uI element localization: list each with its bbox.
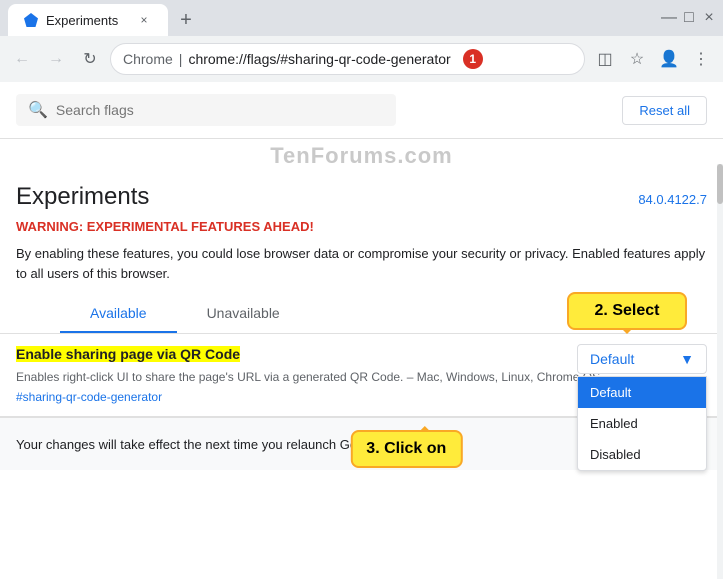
title-bar: Experiments × + — □ ×: [0, 0, 723, 36]
dropdown-option-default[interactable]: Default: [578, 377, 706, 408]
dropdown-arrow-icon: ▼: [680, 351, 694, 367]
tab-favicon: [24, 13, 38, 27]
close-window-button[interactable]: ×: [703, 12, 715, 24]
flag-dropdown-wrap: 2. Select Default ▼ Default Enabled Disa…: [577, 344, 707, 374]
active-tab[interactable]: Experiments ×: [8, 4, 168, 36]
page-content: 🔍 Reset all TenForums.com Experiments 84…: [0, 82, 723, 579]
flag-item: Enable sharing page via QR Code Enables …: [0, 334, 723, 417]
new-tab-button[interactable]: +: [172, 6, 200, 34]
dropdown-option-enabled[interactable]: Enabled: [578, 408, 706, 439]
back-button[interactable]: ←: [8, 45, 36, 73]
window-controls: — □ ×: [663, 12, 715, 24]
address-divider: |: [179, 51, 183, 67]
minimize-button[interactable]: —: [663, 12, 675, 24]
chrome-label: Chrome: [123, 51, 173, 67]
extensions-button[interactable]: ◫: [591, 45, 619, 73]
menu-button[interactable]: ⋮: [687, 45, 715, 73]
navigation-bar: ← → ↻ Chrome | chrome://flags/#sharing-q…: [0, 36, 723, 82]
forward-button[interactable]: →: [42, 45, 70, 73]
reset-all-button[interactable]: Reset all: [622, 96, 707, 125]
bookmark-button[interactable]: ☆: [623, 45, 651, 73]
address-url: chrome://flags/#sharing-qr-code-generato…: [188, 51, 450, 67]
dropdown-current-value: Default: [590, 351, 634, 367]
experiments-title: Experiments: [16, 183, 149, 211]
description-text: By enabling these features, you could lo…: [0, 238, 723, 295]
select-callout: 2. Select: [567, 292, 687, 330]
watermark: TenForums.com: [0, 139, 723, 173]
badge-number: 1: [463, 49, 483, 69]
tab-unavailable[interactable]: Unavailable: [177, 295, 310, 333]
flag-dropdown-trigger[interactable]: Default ▼: [577, 344, 707, 374]
scrollbar-thumb[interactable]: [717, 164, 723, 204]
dropdown-option-disabled[interactable]: Disabled: [578, 439, 706, 470]
tab-strip: Experiments × +: [8, 0, 200, 36]
tab-available[interactable]: Available: [60, 295, 177, 333]
version-badge: 84.0.4122.7: [638, 192, 707, 207]
profile-button[interactable]: 👤: [655, 45, 683, 73]
experiments-header: Experiments 84.0.4122.7: [0, 173, 723, 215]
flag-title: Enable sharing page via QR Code: [16, 346, 240, 362]
tab-title: Experiments: [46, 13, 118, 28]
warning-text: WARNING: EXPERIMENTAL FEATURES AHEAD!: [0, 215, 723, 238]
click-callout: 3. Click on: [350, 430, 462, 468]
flags-search-bar: 🔍 Reset all: [0, 82, 723, 139]
page: 🔍 Reset all TenForums.com Experiments 84…: [0, 82, 723, 579]
reload-button[interactable]: ↻: [76, 45, 104, 73]
search-icon: 🔍: [28, 100, 48, 120]
flag-dropdown-menu: Default Enabled Disabled: [577, 376, 707, 471]
nav-right-icons: ◫ ☆ 👤 ⋮: [591, 45, 715, 73]
address-bar[interactable]: Chrome | chrome://flags/#sharing-qr-code…: [110, 43, 585, 75]
tab-close-button[interactable]: ×: [136, 12, 152, 28]
search-input[interactable]: [56, 102, 384, 118]
maximize-button[interactable]: □: [683, 12, 695, 24]
search-input-wrap[interactable]: 🔍: [16, 94, 396, 126]
scrollbar-track[interactable]: [717, 164, 723, 579]
address-text: Chrome | chrome://flags/#sharing-qr-code…: [123, 51, 451, 67]
